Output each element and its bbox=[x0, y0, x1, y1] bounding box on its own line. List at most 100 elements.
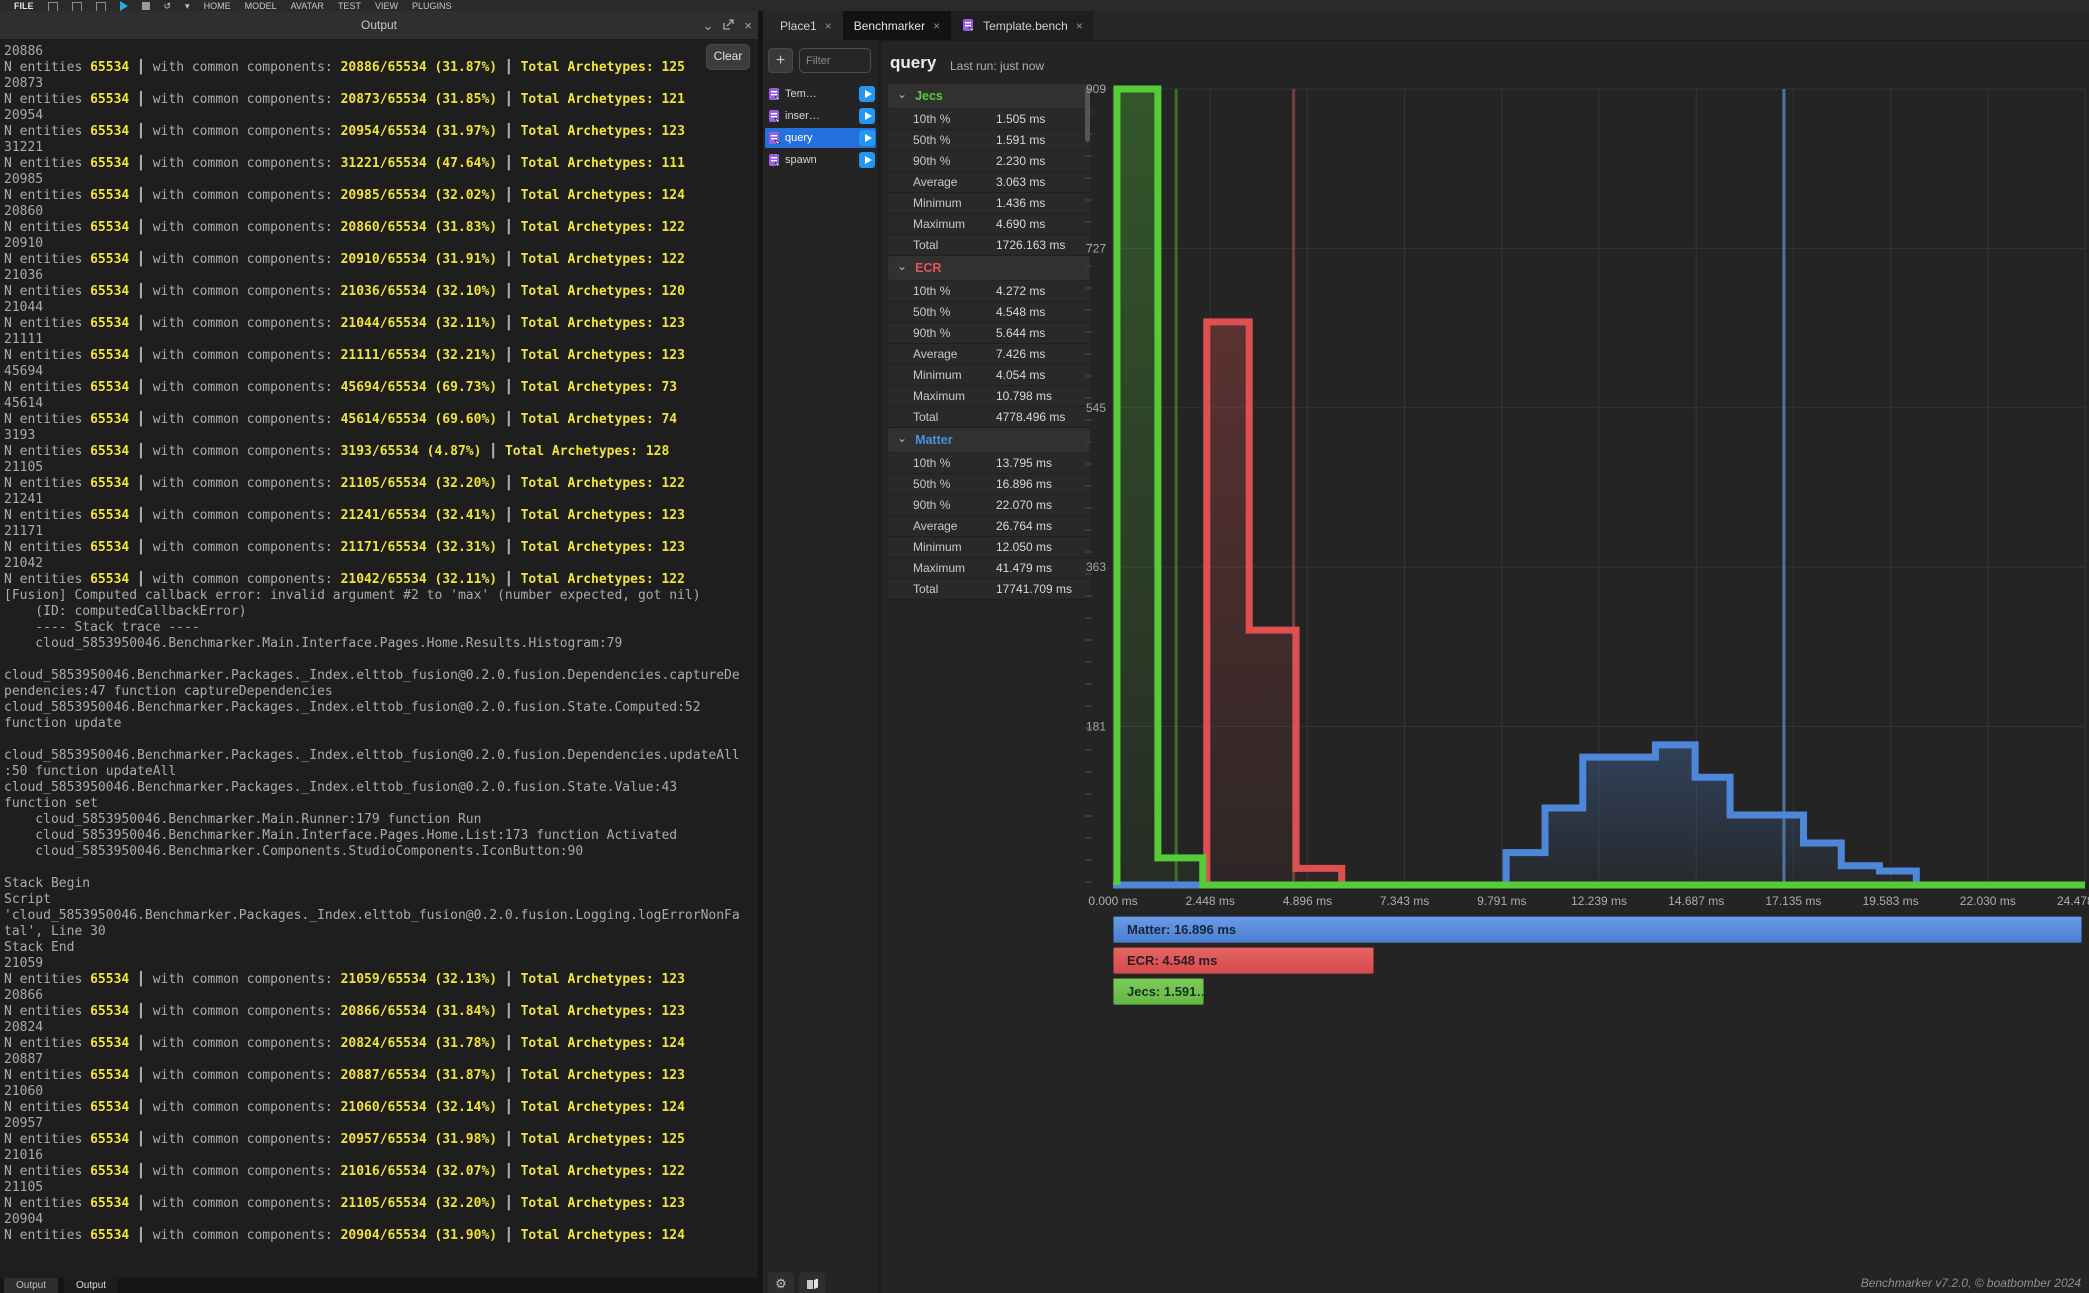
docs-button[interactable] bbox=[799, 1272, 825, 1293]
close-icon[interactable]: × bbox=[825, 19, 832, 33]
console-line: N entities 65534 ┃ with common component… bbox=[4, 220, 758, 236]
stat-value: 2.230 ms bbox=[996, 151, 1045, 171]
run-benchmark-button[interactable] bbox=[859, 152, 875, 168]
stat-value: 1.591 ms bbox=[996, 130, 1045, 150]
stat-row: Total17741.709 ms bbox=[888, 579, 1090, 600]
stat-value: 16.896 ms bbox=[996, 474, 1052, 494]
section-header-jecs[interactable]: ⌄Jecs bbox=[888, 84, 1090, 108]
chevron-down-icon[interactable]: ▾ bbox=[185, 0, 190, 11]
menu-home[interactable]: HOME bbox=[204, 0, 231, 11]
add-benchmark-button[interactable]: + bbox=[768, 48, 793, 73]
script-icon bbox=[768, 88, 781, 101]
stat-row: 50th % 16.896 ms bbox=[888, 474, 1090, 495]
undo-icon[interactable]: ↺ bbox=[164, 0, 172, 11]
stat-row: Maximum10.798 ms bbox=[888, 386, 1090, 407]
output-tab-2[interactable]: Output bbox=[64, 1278, 118, 1293]
stat-value: 4.548 ms bbox=[996, 302, 1045, 322]
save-icon[interactable] bbox=[96, 2, 106, 11]
chevron-down-icon: ⌄ bbox=[897, 87, 907, 101]
console-line: 20873 bbox=[4, 76, 758, 92]
file-menu[interactable]: FILE bbox=[14, 0, 34, 11]
list-divider[interactable] bbox=[878, 40, 881, 1293]
tab-place1[interactable]: Place1 × bbox=[769, 11, 843, 40]
console-line: 21016 bbox=[4, 1148, 758, 1164]
stat-row: Average26.764 ms bbox=[888, 516, 1090, 537]
play-icon[interactable] bbox=[120, 1, 128, 11]
output-bottom-tabs: Output Output bbox=[0, 1278, 762, 1293]
console-line: 20910 bbox=[4, 236, 758, 252]
filter-input[interactable] bbox=[799, 48, 871, 73]
benchmark-item-Tem[interactable]: Tem… bbox=[765, 84, 876, 104]
console-line: pendencies:47 function captureDependenci… bbox=[4, 684, 758, 700]
x-axis-tick: 0.000 ms bbox=[1088, 894, 1137, 908]
console-line: 20954 bbox=[4, 108, 758, 124]
output-panel: Output ⌄ × Clear 20886N entities 65534 ┃… bbox=[0, 11, 758, 1293]
benchmark-item-query[interactable]: query bbox=[765, 128, 876, 148]
stat-label: 50th % bbox=[913, 474, 950, 494]
y-axis-tick: 545 bbox=[1086, 401, 1106, 415]
close-icon[interactable]: × bbox=[933, 19, 940, 33]
console-line: N entities 65534 ┃ with common component… bbox=[4, 124, 758, 140]
benchmark-list-panel: + Tem… inser… queryspawn ⚙ bbox=[763, 40, 878, 1293]
menu-plugins[interactable]: PLUGINS bbox=[412, 0, 452, 11]
float-panel-icon[interactable] bbox=[723, 19, 734, 32]
close-icon[interactable]: × bbox=[744, 19, 752, 32]
window-tabbar: Place1 × Benchmarker × Template.bench × bbox=[763, 11, 2089, 41]
console-line: 21059 bbox=[4, 956, 758, 972]
console-line: N entities 65534 ┃ with common component… bbox=[4, 92, 758, 108]
section-header-ecr[interactable]: ⌄ECR bbox=[888, 256, 1090, 280]
stat-row: 50th %1.591 ms bbox=[888, 130, 1090, 151]
console-line: N entities 65534 ┃ with common component… bbox=[4, 1068, 758, 1084]
stat-row: Minimum12.050 ms bbox=[888, 537, 1090, 558]
benchmark-item-inser[interactable]: inser… bbox=[765, 106, 876, 126]
stat-label: 90th % bbox=[913, 323, 950, 343]
stat-label: 90th % bbox=[913, 151, 950, 171]
console-line bbox=[4, 652, 758, 668]
close-icon[interactable]: × bbox=[1076, 19, 1083, 33]
section-name: Matter bbox=[915, 433, 953, 447]
section-name: ECR bbox=[915, 261, 941, 275]
legend-label: ECR: 4.548 ms bbox=[1114, 948, 1373, 973]
menu-model[interactable]: MODEL bbox=[245, 0, 277, 11]
chevron-down-icon[interactable]: ⌄ bbox=[703, 19, 714, 32]
open-file-icon[interactable] bbox=[72, 2, 82, 11]
tab-benchmarker[interactable]: Benchmarker × bbox=[843, 11, 951, 40]
app-window: FILE ↺ ▾ HOME MODEL AVATAR TEST VIEW PLU… bbox=[0, 0, 2089, 1293]
tab-template-bench[interactable]: Template.bench × bbox=[951, 11, 1094, 40]
stat-label: 50th % bbox=[913, 302, 950, 322]
console-line: function set bbox=[4, 796, 758, 812]
stat-label: 10th % bbox=[913, 281, 950, 301]
benchmark-item-spawn[interactable]: spawn bbox=[765, 150, 876, 170]
new-file-icon[interactable] bbox=[48, 2, 58, 11]
stat-value: 22.070 ms bbox=[996, 495, 1052, 515]
stat-label: Average bbox=[913, 516, 957, 536]
stat-row: 90th %22.070 ms bbox=[888, 495, 1090, 516]
console-line: N entities 65534 ┃ with common component… bbox=[4, 348, 758, 364]
menu-view[interactable]: VIEW bbox=[375, 0, 398, 11]
console-line: 20957 bbox=[4, 1116, 758, 1132]
console-line: N entities 65534 ┃ with common component… bbox=[4, 316, 758, 332]
section-header-matter[interactable]: ⌄Matter bbox=[888, 428, 1090, 452]
console-line: N entities 65534 ┃ with common component… bbox=[4, 1228, 758, 1244]
legend-label: Jecs: 1.591… bbox=[1114, 979, 1203, 1004]
console-log[interactable]: 20886N entities 65534 ┃ with common comp… bbox=[4, 44, 758, 1277]
menu-avatar[interactable]: AVATAR bbox=[291, 0, 324, 11]
console-line: 21171 bbox=[4, 524, 758, 540]
run-benchmark-button[interactable] bbox=[859, 86, 875, 102]
console-line: 20860 bbox=[4, 204, 758, 220]
menu-test[interactable]: TEST bbox=[338, 0, 361, 11]
console-line: N entities 65534 ┃ with common component… bbox=[4, 412, 758, 428]
script-icon bbox=[768, 154, 781, 167]
run-benchmark-button[interactable] bbox=[859, 130, 875, 146]
y-axis-tick: 909 bbox=[1086, 82, 1106, 96]
benchmark-item-label: inser… bbox=[785, 110, 859, 122]
stop-icon[interactable] bbox=[142, 2, 150, 10]
console-line: (ID: computedCallbackError) bbox=[4, 604, 758, 620]
settings-button[interactable]: ⚙ bbox=[768, 1272, 794, 1293]
output-tab-1[interactable]: Output bbox=[4, 1278, 58, 1293]
console-line: 45694 bbox=[4, 364, 758, 380]
last-run-label: Last run: just now bbox=[950, 59, 1044, 73]
console-line: 21105 bbox=[4, 460, 758, 476]
console-line: N entities 65534 ┃ with common component… bbox=[4, 1132, 758, 1148]
run-benchmark-button[interactable] bbox=[859, 108, 875, 124]
